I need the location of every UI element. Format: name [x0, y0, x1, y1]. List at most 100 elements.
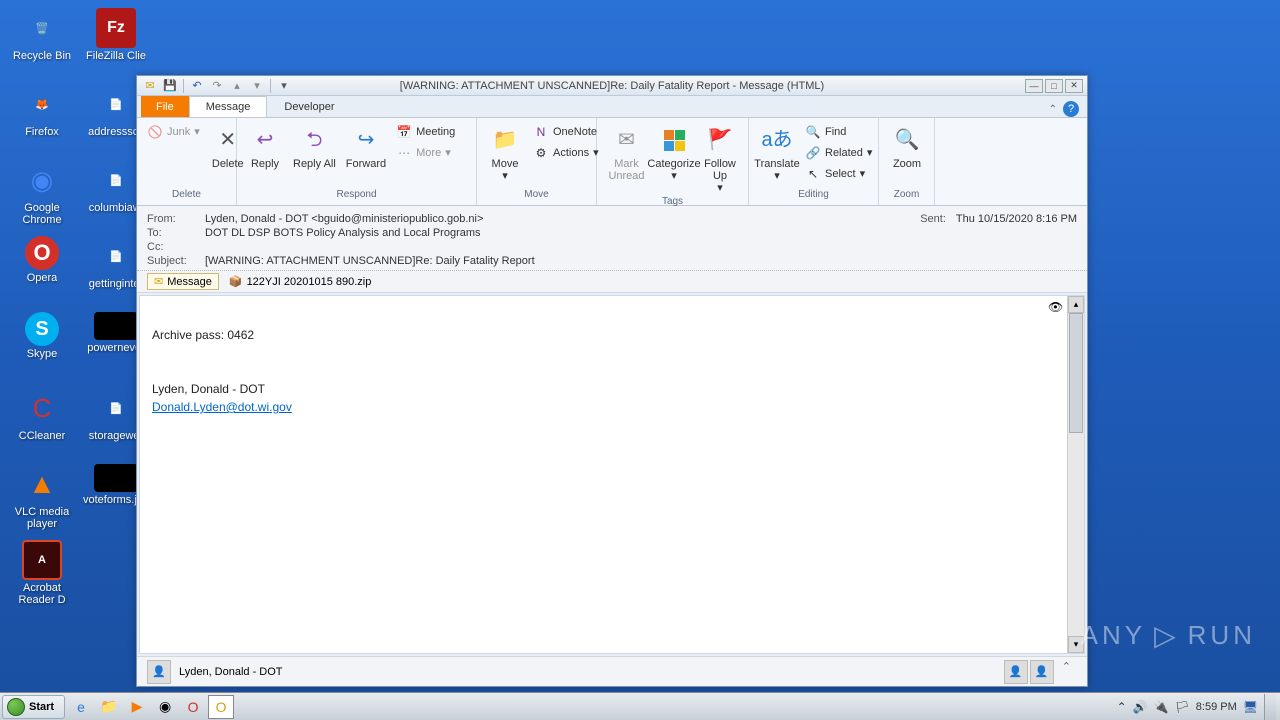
- attachment-file[interactable]: 📦122YJI 20201015 890.zip: [225, 274, 375, 289]
- to-label: To:: [147, 227, 205, 239]
- desktop-icon-vlc[interactable]: ▲VLC media player: [6, 462, 78, 536]
- taskbar-opera[interactable]: O: [180, 695, 206, 719]
- forward-button[interactable]: ↪Forward: [342, 122, 390, 172]
- tab-message[interactable]: Message: [189, 96, 268, 117]
- vertical-scrollbar[interactable]: ▴ ▾: [1067, 296, 1084, 653]
- desktop-icon-acrobat[interactable]: AAcrobat Reader D: [6, 538, 78, 612]
- taskbar-chrome[interactable]: ◉: [152, 695, 178, 719]
- tracking-icon[interactable]: 👁: [1048, 300, 1064, 316]
- categorize-button[interactable]: Categorize ▾: [652, 122, 696, 184]
- actions-button[interactable]: ⚙Actions ▾: [529, 143, 603, 163]
- minimize-button[interactable]: —: [1025, 79, 1043, 93]
- subject-label: Subject:: [147, 255, 205, 267]
- reply-button[interactable]: ↩Reply: [243, 122, 287, 172]
- scroll-down-icon[interactable]: ▾: [1068, 636, 1084, 653]
- unread-icon: ✉: [611, 124, 643, 156]
- clock[interactable]: 8:59 PM: [1196, 701, 1237, 713]
- tray-monitor-icon[interactable]: 🖥: [1243, 700, 1258, 714]
- move-icon: 📁: [489, 124, 521, 156]
- message-body[interactable]: Archive pass: 0462 Lyden, Donald - DOT D…: [140, 296, 1067, 653]
- avatar[interactable]: 👤: [147, 660, 171, 684]
- zip-icon: 📦: [229, 275, 243, 288]
- ribbon: 🚫Junk ▾ ✕Delete Delete ↩Reply ⮌Reply All…: [137, 118, 1087, 206]
- taskbar-ie[interactable]: e: [68, 695, 94, 719]
- desktop-icon-opera[interactable]: OOpera: [6, 234, 78, 308]
- quick-access-toolbar: ✉ 💾 ↶ ↷ ▴ ▾ ▾: [137, 79, 297, 93]
- tray-expand-icon[interactable]: ⌃: [1117, 700, 1127, 714]
- undo-icon[interactable]: ↶: [190, 79, 204, 93]
- redo-icon[interactable]: ↷: [210, 79, 224, 93]
- collapse-ribbon-icon[interactable]: ⌃: [1049, 104, 1057, 115]
- related-icon: 🔗: [805, 145, 821, 161]
- expand-icon[interactable]: ⌃: [1056, 660, 1077, 684]
- contact-action-1[interactable]: 👤: [1004, 660, 1028, 684]
- junk-icon: 🚫: [147, 124, 163, 140]
- system-tray: ⌃ 🔊 🔌 🏳 8:59 PM 🖥: [1117, 694, 1280, 720]
- help-icon[interactable]: ?: [1063, 101, 1079, 117]
- related-button[interactable]: 🔗Related ▾: [801, 143, 876, 163]
- signature-name: Lyden, Donald - DOT: [152, 380, 1055, 398]
- tray-flag-icon[interactable]: 🏳: [1175, 700, 1190, 714]
- show-desktop-button[interactable]: [1264, 694, 1276, 720]
- watermark: ANY ▷ RUN: [1081, 619, 1256, 652]
- forward-icon: ↪: [350, 124, 382, 156]
- ribbon-tabs: File Message Developer ⌃ ?: [137, 96, 1087, 118]
- taskbar-outlook[interactable]: O: [208, 695, 234, 719]
- save-icon[interactable]: 💾: [163, 79, 177, 93]
- desktop-icon-recycle-bin[interactable]: 🗑️Recycle Bin: [6, 6, 78, 80]
- desktop-icon-ccleaner[interactable]: CCCleaner: [6, 386, 78, 460]
- meeting-icon: 📅: [396, 124, 412, 140]
- translate-button[interactable]: aあTranslate ▾: [755, 122, 799, 184]
- group-zoom-label: Zoom: [879, 189, 934, 205]
- message-tab[interactable]: ✉Message: [147, 273, 219, 290]
- prev-icon[interactable]: ▴: [230, 79, 244, 93]
- reply-icon: ↩: [249, 124, 281, 156]
- zoom-button[interactable]: 🔍Zoom: [885, 122, 929, 172]
- find-button[interactable]: 🔍Find: [801, 122, 876, 142]
- from-value: Lyden, Donald - DOT <bguido@ministeriopu…: [205, 213, 920, 225]
- more-button[interactable]: ⋯More ▾: [392, 143, 459, 163]
- contact-action-2[interactable]: 👤: [1030, 660, 1054, 684]
- group-editing-label: Editing: [749, 189, 878, 205]
- window-title: [WARNING: ATTACHMENT UNSCANNED]Re: Daily…: [400, 80, 824, 92]
- desktop-icon-chrome[interactable]: ◉Google Chrome: [6, 158, 78, 232]
- next-icon[interactable]: ▾: [250, 79, 264, 93]
- message-headers: From: Lyden, Donald - DOT <bguido@minist…: [137, 206, 1087, 271]
- tray-volume-icon[interactable]: 🔊: [1133, 700, 1148, 714]
- start-orb-icon: [7, 698, 25, 716]
- followup-button[interactable]: 🚩Follow Up ▾: [698, 122, 742, 196]
- subject-value: [WARNING: ATTACHMENT UNSCANNED]Re: Daily…: [205, 255, 1077, 267]
- cc-value: [205, 241, 1077, 253]
- attachment-row: ✉Message 📦122YJI 20201015 890.zip: [137, 271, 1087, 293]
- meeting-button[interactable]: 📅Meeting: [392, 122, 459, 142]
- close-button[interactable]: ✕: [1065, 79, 1083, 93]
- scroll-up-icon[interactable]: ▴: [1068, 296, 1084, 313]
- select-button[interactable]: ↖Select ▾: [801, 164, 876, 184]
- mark-unread-button[interactable]: ✉Mark Unread: [603, 122, 650, 184]
- contact-bar: 👤 Lyden, Donald - DOT 👤 👤 ⌃: [137, 656, 1087, 686]
- onenote-button[interactable]: NOneNote: [529, 122, 603, 142]
- desktop-icon-firefox[interactable]: 🦊Firefox: [6, 82, 78, 156]
- to-value: DOT DL DSP BOTS Policy Analysis and Loca…: [205, 227, 1077, 239]
- desktop-icon-skype[interactable]: SSkype: [6, 310, 78, 384]
- group-move-label: Move: [477, 189, 596, 205]
- taskbar-explorer[interactable]: 📁: [96, 695, 122, 719]
- start-button[interactable]: Start: [2, 695, 65, 719]
- reply-all-button[interactable]: ⮌Reply All: [289, 122, 340, 172]
- actions-icon: ⚙: [533, 145, 549, 161]
- signature-email[interactable]: Donald.Lyden@dot.wi.gov: [152, 400, 292, 414]
- qat-dropdown-icon[interactable]: ▾: [277, 79, 291, 93]
- tab-developer[interactable]: Developer: [267, 96, 351, 117]
- mail-icon: ✉: [143, 79, 157, 93]
- reply-all-icon: ⮌: [298, 124, 330, 156]
- scroll-thumb[interactable]: [1069, 313, 1083, 433]
- move-button[interactable]: 📁Move ▾: [483, 122, 527, 184]
- categorize-icon: [658, 124, 690, 156]
- maximize-button[interactable]: □: [1045, 79, 1063, 93]
- tray-network-icon[interactable]: 🔌: [1154, 700, 1169, 714]
- junk-button[interactable]: 🚫Junk ▾: [143, 122, 204, 142]
- tab-file[interactable]: File: [141, 96, 189, 117]
- find-icon: 🔍: [805, 124, 821, 140]
- desktop-icon-filezilla[interactable]: FzFileZilla Clie: [80, 6, 152, 80]
- taskbar-media[interactable]: ▶: [124, 695, 150, 719]
